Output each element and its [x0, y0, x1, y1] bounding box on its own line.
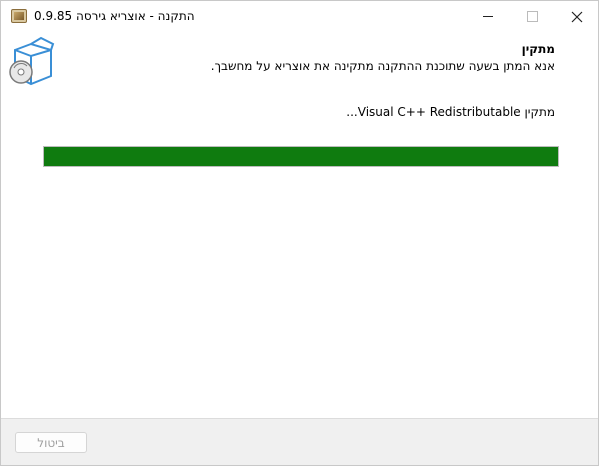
install-status-text: מתקין Visual C++ Redistributable...	[346, 105, 555, 119]
maximize-button	[510, 1, 555, 32]
installer-box-icon	[11, 9, 27, 23]
installer-window: התקנה - אוצריא גירסה 0.9.85 מתקין אנא המ…	[0, 0, 599, 466]
window-title: התקנה - אוצריא גירסה 0.9.85	[34, 9, 195, 23]
minimize-icon	[482, 16, 493, 17]
close-icon	[571, 11, 582, 22]
title-bar: התקנה - אוצריא גירסה 0.9.85	[1, 1, 598, 32]
progress-fill	[44, 147, 558, 166]
minimize-button[interactable]	[465, 1, 510, 32]
page-heading: מתקין	[521, 42, 555, 56]
wizard-header: מתקין אנא המתן בשעה שתוכנת ההתקנה מתקינה…	[1, 32, 598, 96]
install-progress-bar	[43, 146, 559, 167]
close-button[interactable]	[554, 1, 599, 32]
cancel-button[interactable]: ביטול	[15, 432, 87, 453]
wizard-footer: ביטול	[1, 418, 598, 465]
maximize-icon	[527, 11, 538, 22]
page-description: אנא המתן בשעה שתוכנת ההתקנה מתקינה את או…	[210, 59, 555, 73]
setup-box-disc-icon	[9, 36, 55, 86]
